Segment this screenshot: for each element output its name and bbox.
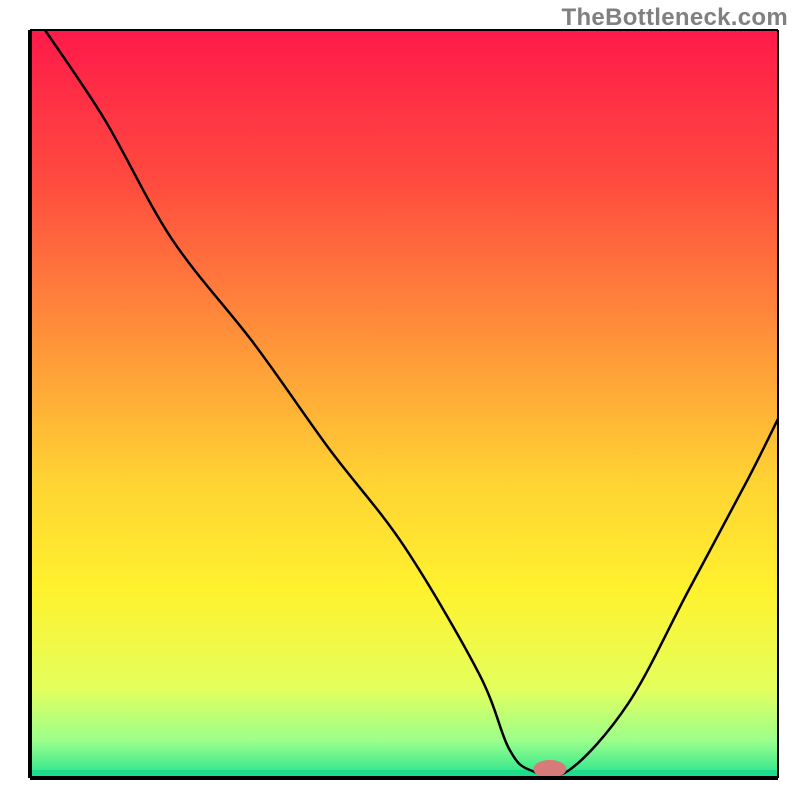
optimal-marker <box>533 760 566 778</box>
plot-background <box>30 30 778 778</box>
chart-canvas: TheBottleneck.com <box>0 0 800 800</box>
bottleneck-chart-svg <box>0 0 800 800</box>
